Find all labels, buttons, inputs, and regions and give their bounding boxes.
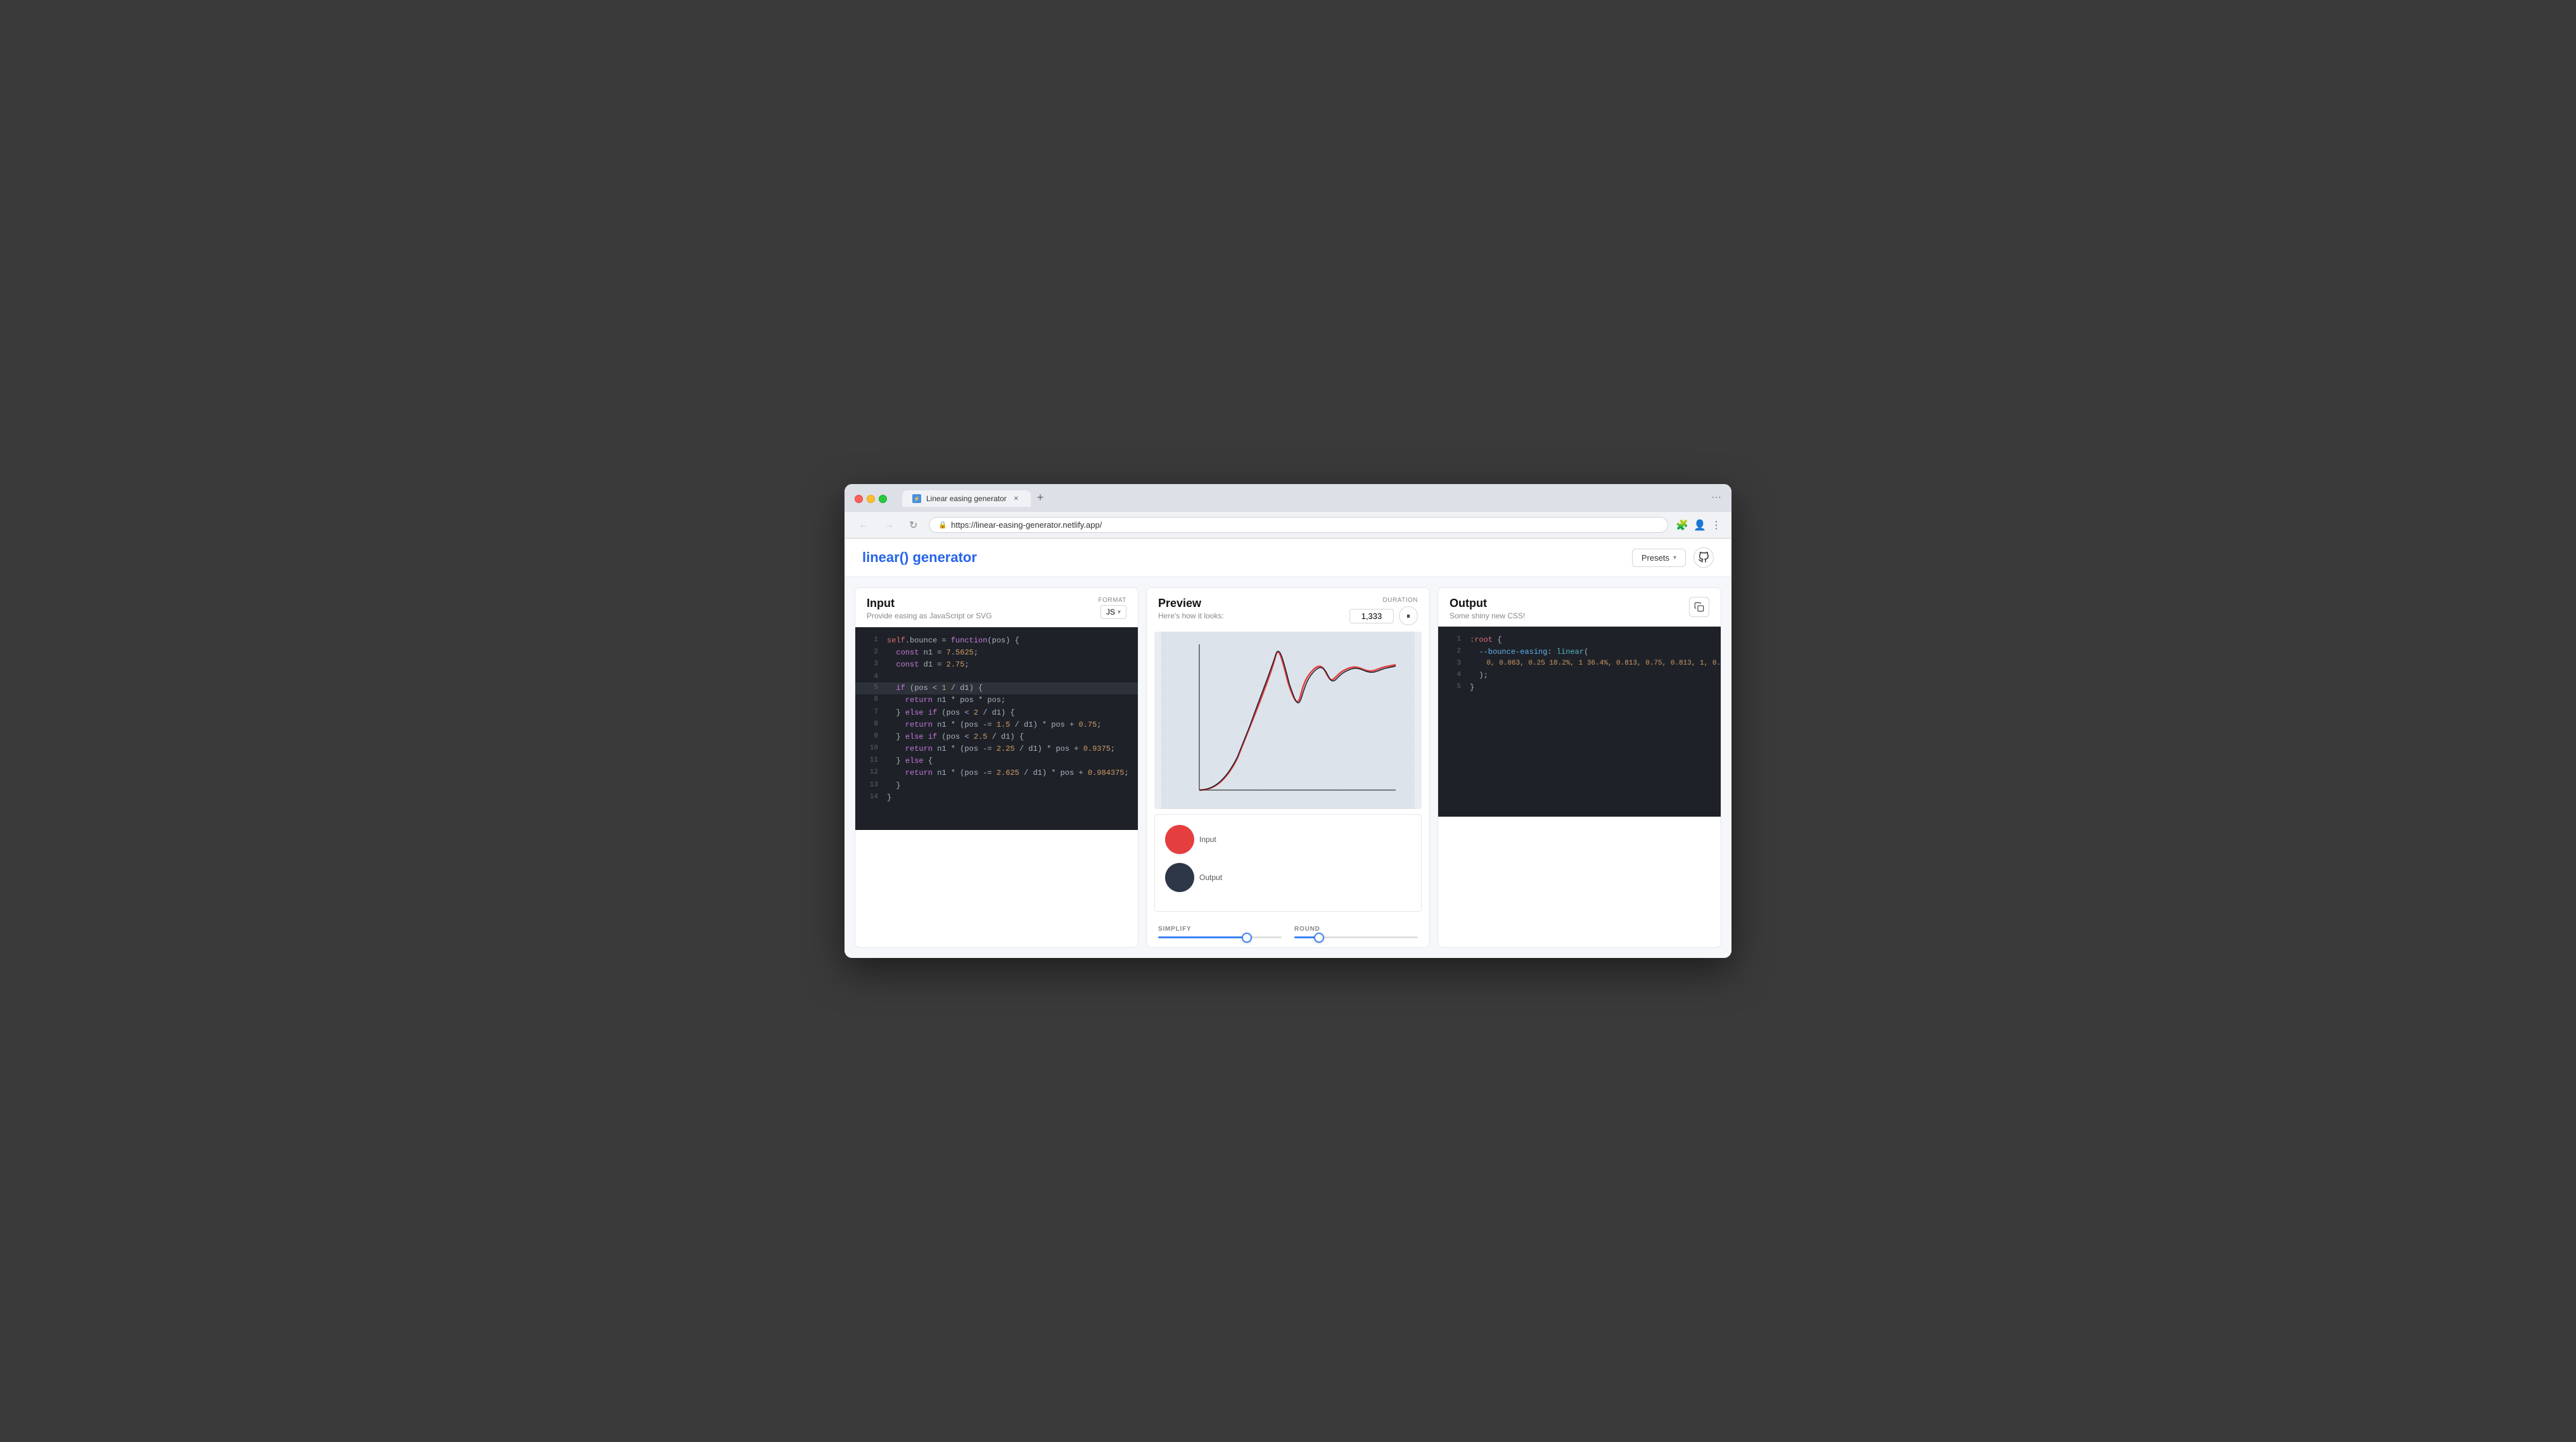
simplify-label: SIMPLIFY	[1158, 926, 1282, 933]
preview-panel-title: Preview	[1158, 597, 1224, 610]
code-line: 12 return n1 * (pos -= 2.625 / d1) * pos…	[855, 767, 1138, 779]
output-panel: Output Some shiny new CSS! 1 :root {	[1438, 587, 1721, 948]
presets-label: Presets	[1642, 553, 1669, 563]
slider-section: SIMPLIFY ROUND	[1147, 919, 1429, 947]
easing-chart-svg	[1154, 632, 1422, 809]
app-logo: linear() generator	[862, 549, 977, 566]
menu-icon[interactable]: ⋮	[1711, 519, 1721, 532]
address-bar: ← → ↻ 🔒 https://linear-easing-generator.…	[845, 512, 1731, 539]
code-line: 5 if (pos < 1 / d1) {	[855, 682, 1138, 694]
tab-favicon: ⚡	[912, 494, 921, 503]
code-line: 8 return n1 * (pos -= 1.5 / d1) * pos + …	[855, 719, 1138, 731]
code-line: 14 }	[855, 792, 1138, 804]
url-text: https://linear-easing-generator.netlify.…	[951, 520, 1102, 530]
main-panels: Input Provide easing as JavaScript or SV…	[845, 577, 1731, 958]
output-panel-header: Output Some shiny new CSS!	[1438, 588, 1721, 627]
code-line: 9 } else if (pos < 2.5 / d1) {	[855, 731, 1138, 743]
output-code-line: 5 }	[1438, 682, 1721, 694]
chevron-down-icon: ▾	[1673, 554, 1676, 561]
input-ball-row: Input	[1165, 825, 1411, 854]
maximize-button[interactable]	[879, 495, 887, 503]
format-chevron: ▾	[1118, 609, 1121, 616]
copy-button[interactable]	[1689, 597, 1709, 617]
simplify-thumb[interactable]	[1242, 933, 1252, 943]
title-bar: ⚡ Linear easing generator ✕ + ⋯	[845, 484, 1731, 512]
round-slider-group: ROUND	[1294, 926, 1418, 938]
copy-icon	[1694, 602, 1704, 612]
extensions-icon[interactable]: 🧩	[1676, 519, 1688, 532]
output-ball-label: Output	[1199, 873, 1222, 882]
code-line: 11 } else {	[855, 755, 1138, 767]
tab-close-button[interactable]: ✕	[1012, 494, 1021, 503]
close-button[interactable]	[855, 495, 863, 503]
round-label: ROUND	[1294, 926, 1418, 933]
code-line: 1 self.bounce = function(pos) {	[855, 635, 1138, 647]
code-line: 4	[855, 672, 1138, 683]
page-content: linear() generator Presets ▾ Inp	[845, 539, 1731, 958]
header-right: Presets ▾	[1632, 547, 1714, 568]
pause-button[interactable]: ⏸	[1399, 606, 1418, 625]
code-line: 3 const d1 = 2.75;	[855, 659, 1138, 671]
output-panel-title: Output	[1450, 597, 1525, 610]
code-line: 7 } else if (pos < 2 / d1) {	[855, 707, 1138, 719]
format-select[interactable]: JS ▾	[1100, 605, 1126, 619]
format-value: JS	[1106, 608, 1115, 616]
input-panel-header: Input Provide easing as JavaScript or SV…	[855, 588, 1138, 627]
code-line: 2 const n1 = 7.5625;	[855, 647, 1138, 659]
code-line: 13 }	[855, 780, 1138, 792]
format-control: FORMAT JS ▾	[1099, 597, 1126, 619]
browser-window: ⚡ Linear easing generator ✕ + ⋯ ← → ↻ 🔒 …	[845, 484, 1731, 958]
browser-tab[interactable]: ⚡ Linear easing generator ✕	[902, 490, 1031, 507]
code-line: 10 return n1 * (pos -= 2.25 / d1) * pos …	[855, 743, 1138, 755]
output-code-line: 3 0, 0.063, 0.25 18.2%, 1 36.4%, 0.813, …	[1438, 658, 1721, 670]
url-bar[interactable]: 🔒 https://linear-easing-generator.netlif…	[929, 517, 1668, 533]
traffic-lights	[855, 495, 887, 503]
format-label: FORMAT	[1099, 597, 1126, 604]
code-editor[interactable]: 1 self.bounce = function(pos) { 2 const …	[855, 627, 1138, 830]
duration-row: ⏸	[1349, 606, 1418, 625]
refresh-button[interactable]: ↻	[905, 518, 921, 533]
preview-panel-subtitle: Here's how it looks:	[1158, 611, 1224, 620]
round-track[interactable]	[1294, 936, 1418, 938]
minimize-button[interactable]	[867, 495, 875, 503]
easing-chart	[1154, 632, 1422, 809]
app-header: linear() generator Presets ▾	[845, 539, 1731, 577]
tab-title: Linear easing generator	[926, 494, 1007, 503]
input-ball-label: Input	[1199, 835, 1216, 844]
preview-panel: Preview Here's how it looks: DURATION ⏸	[1146, 587, 1430, 948]
preview-panel-header: Preview Here's how it looks: DURATION ⏸	[1147, 588, 1429, 632]
profile-icon[interactable]: 👤	[1693, 519, 1706, 532]
output-code-line: 1 :root {	[1438, 634, 1721, 646]
duration-control: DURATION ⏸	[1349, 597, 1418, 625]
github-button[interactable]	[1693, 547, 1714, 568]
duration-input[interactable]	[1349, 609, 1394, 623]
simplify-track[interactable]	[1158, 936, 1282, 938]
input-panel-subtitle: Provide easing as JavaScript or SVG	[867, 611, 992, 620]
output-code: 1 :root { 2 --bounce-easing: linear( 3 0…	[1438, 627, 1721, 817]
output-code-line: 4 );	[1438, 670, 1721, 682]
lock-icon: 🔒	[938, 521, 947, 529]
round-thumb[interactable]	[1314, 933, 1324, 943]
presets-button[interactable]: Presets ▾	[1632, 549, 1686, 567]
simplify-slider-group: SIMPLIFY	[1158, 926, 1282, 938]
tab-bar: ⚡ Linear easing generator ✕ +	[902, 490, 1706, 507]
input-panel: Input Provide easing as JavaScript or SV…	[855, 587, 1138, 948]
window-controls: ⋯	[1711, 491, 1721, 506]
forward-button[interactable]: →	[880, 518, 898, 532]
back-button[interactable]: ←	[855, 518, 872, 532]
output-ball	[1165, 863, 1194, 892]
duration-label: DURATION	[1383, 597, 1418, 604]
animation-preview: Input Output	[1154, 814, 1422, 912]
toolbar-right: 🧩 👤 ⋮	[1676, 519, 1721, 532]
new-tab-button[interactable]: +	[1033, 491, 1048, 504]
github-icon	[1698, 552, 1709, 563]
output-code-line: 2 --bounce-easing: linear(	[1438, 646, 1721, 658]
code-line: 6 return n1 * pos * pos;	[855, 694, 1138, 706]
input-panel-title: Input	[867, 597, 992, 610]
output-ball-row: Output	[1165, 863, 1411, 892]
pause-icon: ⏸	[1406, 611, 1410, 621]
simplify-fill	[1158, 936, 1247, 938]
output-panel-subtitle: Some shiny new CSS!	[1450, 611, 1525, 620]
input-ball	[1165, 825, 1194, 854]
